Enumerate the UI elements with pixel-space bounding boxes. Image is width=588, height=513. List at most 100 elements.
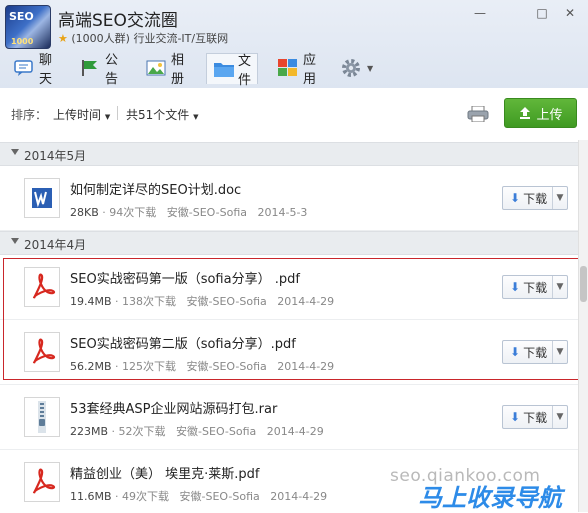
tab-notice-label: 公告 (105, 53, 119, 87)
tab-apps-label: 应用 (303, 53, 317, 87)
flag-icon (80, 59, 100, 77)
group-label: 2014年4月 (24, 238, 87, 252)
file-size: 223MB (70, 425, 109, 438)
maximize-button[interactable]: □ (535, 6, 549, 20)
printer-icon[interactable] (467, 105, 489, 123)
tab-apps[interactable]: 应用 (278, 53, 316, 87)
file-date: 2014-4-29 (266, 425, 324, 438)
tab-files[interactable]: 文件 (206, 53, 259, 88)
gear-icon (340, 57, 362, 79)
watermark-brand: 马上收录导航 (418, 484, 562, 512)
file-downloads: 49次下载 (122, 490, 170, 503)
download-menu-caret[interactable]: ▼ (552, 341, 567, 363)
download-button[interactable]: ⬇ 下载 ▼ (502, 275, 568, 299)
scrollbar[interactable] (578, 140, 588, 512)
scrollbar-thumb[interactable] (580, 266, 587, 302)
file-toolbar: 排序： 上传时间 ▼ 共51个文件 ▼ (0, 88, 588, 138)
download-menu-caret[interactable]: ▼ (552, 406, 567, 428)
file-date: 2014-4-29 (277, 360, 335, 373)
file-name[interactable]: 精益创业（美） 埃里克·莱斯.pdf (70, 463, 259, 482)
file-uploader[interactable]: 安徽-SEO-Sofia (167, 206, 247, 219)
file-uploader[interactable]: 安徽-SEO-Sofia (180, 490, 260, 503)
download-button[interactable]: ⬇ 下载 ▼ (502, 186, 568, 210)
upload-button[interactable]: 上传 (504, 98, 577, 128)
pdf-icon (24, 332, 60, 372)
group-subtitle-text: (1000人群) 行业交流-IT/互联网 (71, 32, 229, 45)
file-downloads: 52次下载 (118, 425, 166, 438)
file-uploader[interactable]: 安徽-SEO-Sofia (187, 360, 267, 373)
tab-chat-label: 聊天 (39, 53, 53, 87)
folder-icon (213, 60, 234, 78)
pdf-icon (24, 462, 60, 502)
avatar-logo-number: 1000 (11, 37, 34, 46)
window-header: SEO 1000 高端SEO交流圈 ★ (1000人群) 行业交流-IT/互联网… (0, 0, 588, 89)
tab-album[interactable]: 相册 (146, 53, 184, 87)
collapse-triangle-icon (11, 149, 19, 155)
file-uploader[interactable]: 安徽-SEO-Sofia (176, 425, 256, 438)
collapse-triangle-icon (11, 238, 19, 244)
download-arrow-icon: ⬇ (510, 280, 521, 294)
chevron-down-icon: ▼ (367, 63, 374, 73)
pdf-icon (24, 267, 60, 307)
file-meta: 28KB · 94次下载 安徽-SEO-Sofia 2014-5-3 (70, 206, 308, 219)
file-count-dropdown[interactable]: 共51个文件 ▼ (126, 106, 199, 123)
group-subtitle: ★ (1000人群) 行业交流-IT/互联网 (58, 30, 228, 46)
file-row[interactable]: SEO实战密码第一版（sofia分享） .pdf 19.4MB · 138次下载… (0, 255, 578, 320)
sort-value: 上传时间 (53, 108, 102, 122)
group-title[interactable]: 高端SEO交流圈 (58, 6, 178, 31)
file-row[interactable]: 53套经典ASP企业网站源码打包.rar 223MB · 52次下载 安徽-SE… (0, 385, 578, 450)
file-date: 2014-4-29 (277, 295, 335, 308)
file-meta: 56.2MB · 125次下载 安徽-SEO-Sofia 2014-4-29 (70, 360, 335, 373)
file-count: 共51个文件 (126, 108, 190, 122)
sort-label: 排序： (11, 108, 48, 122)
file-size: 56.2MB (70, 360, 112, 373)
file-uploader[interactable]: 安徽-SEO-Sofia (187, 295, 267, 308)
file-size: 19.4MB (70, 295, 112, 308)
download-menu-caret[interactable]: ▼ (552, 276, 567, 298)
download-arrow-icon: ⬇ (510, 410, 521, 424)
file-name[interactable]: SEO实战密码第一版（sofia分享） .pdf (70, 268, 300, 287)
file-meta: 223MB · 52次下载 安徽-SEO-Sofia 2014-4-29 (70, 425, 324, 438)
star-icon: ★ (58, 32, 68, 45)
group-header-april[interactable]: 2014年4月 (0, 231, 578, 255)
file-row[interactable]: SEO实战密码第二版（sofia分享）.pdf 56.2MB · 125次下载 … (0, 320, 578, 385)
tab-notice[interactable]: 公告 (80, 53, 118, 87)
file-size: 28KB (70, 206, 99, 219)
file-name[interactable]: SEO实战密码第二版（sofia分享）.pdf (70, 333, 296, 352)
download-label: 下载 (523, 280, 548, 295)
download-button[interactable]: ⬇ 下载 ▼ (502, 340, 568, 364)
file-row[interactable]: 如何制定详尽的SEO计划.doc 28KB · 94次下载 安徽-SEO-Sof… (0, 166, 578, 231)
file-size: 11.6MB (70, 490, 112, 503)
file-meta: 11.6MB · 49次下载 安徽-SEO-Sofia 2014-4-29 (70, 490, 328, 503)
download-menu-caret[interactable]: ▼ (552, 187, 567, 209)
chat-icon (14, 59, 34, 77)
close-button[interactable]: ✕ (563, 6, 577, 20)
download-label: 下载 (523, 345, 548, 360)
download-button[interactable]: ⬇ 下载 ▼ (502, 405, 568, 429)
file-downloads: 94次下载 (109, 206, 157, 219)
toolbar-divider (117, 106, 118, 120)
file-date: 2014-4-29 (270, 490, 328, 503)
tab-chat[interactable]: 聊天 (14, 53, 52, 87)
file-downloads: 138次下载 (122, 295, 177, 308)
minimize-button[interactable]: — (473, 6, 487, 20)
download-label: 下载 (523, 410, 548, 425)
apps-icon (278, 59, 298, 77)
count-chevron-icon: ▼ (193, 113, 199, 121)
zip-archive-icon (24, 397, 60, 437)
photo-icon (146, 59, 166, 77)
sort-dropdown[interactable]: 上传时间 ▼ (53, 106, 110, 123)
file-date: 2014-5-3 (257, 206, 308, 219)
tab-files-label: 文件 (238, 54, 252, 88)
word-doc-icon (24, 178, 60, 218)
file-name[interactable]: 53套经典ASP企业网站源码打包.rar (70, 398, 277, 417)
file-name[interactable]: 如何制定详尽的SEO计划.doc (70, 179, 241, 198)
file-list: 2014年5月 如何制定详尽的SEO计划.doc 28KB · 94次下载 安徽… (0, 140, 578, 512)
upload-icon (520, 107, 531, 119)
sort-chevron-icon: ▼ (104, 113, 111, 121)
group-label: 2014年5月 (24, 149, 87, 163)
settings-menu[interactable]: ▼ (340, 54, 373, 82)
group-avatar[interactable]: SEO 1000 (5, 5, 51, 49)
tab-album-label: 相册 (171, 53, 185, 87)
group-header-may[interactable]: 2014年5月 (0, 142, 578, 166)
